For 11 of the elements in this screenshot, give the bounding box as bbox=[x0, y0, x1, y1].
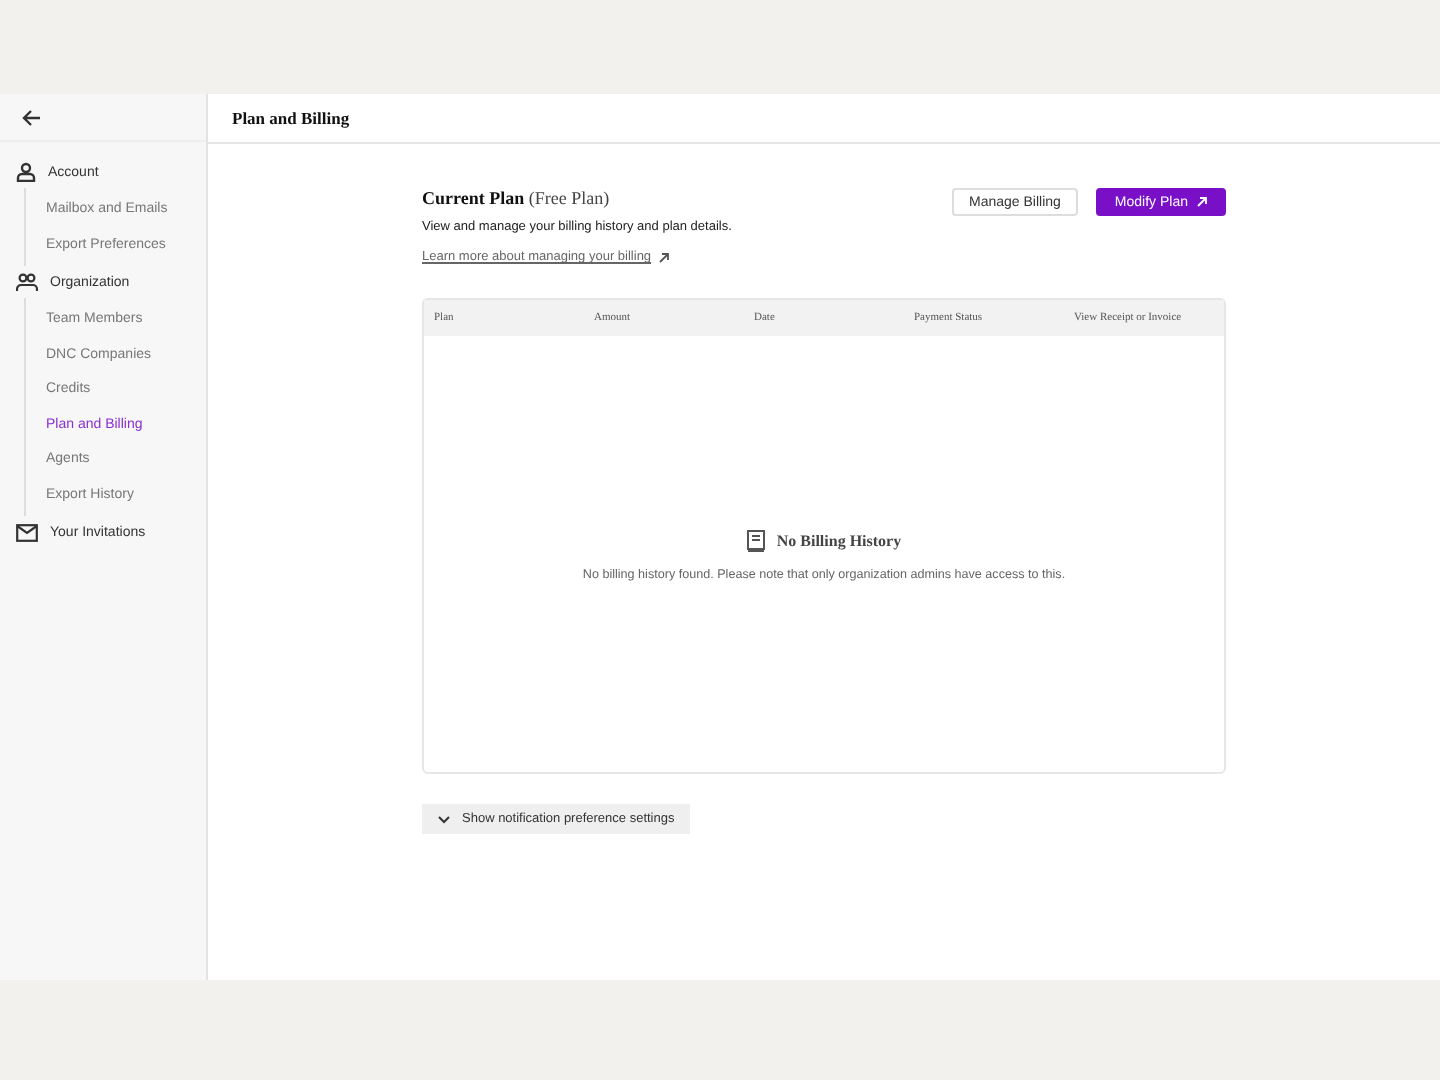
plan-title: Current Plan (Free Plan) bbox=[422, 188, 612, 208]
receipt-icon bbox=[746, 530, 767, 552]
arrow-icon bbox=[1196, 196, 1208, 208]
person-icon bbox=[16, 162, 36, 182]
chevron-icon bbox=[438, 815, 450, 823]
back-icon[interactable] bbox=[22, 107, 42, 127]
people-icon bbox=[16, 272, 38, 292]
page-title: Plan and Billing bbox=[232, 108, 350, 128]
empty-state-title: No Billing History bbox=[776, 532, 902, 550]
external-link-icon bbox=[657, 251, 670, 263]
mail-icon bbox=[16, 523, 38, 541]
